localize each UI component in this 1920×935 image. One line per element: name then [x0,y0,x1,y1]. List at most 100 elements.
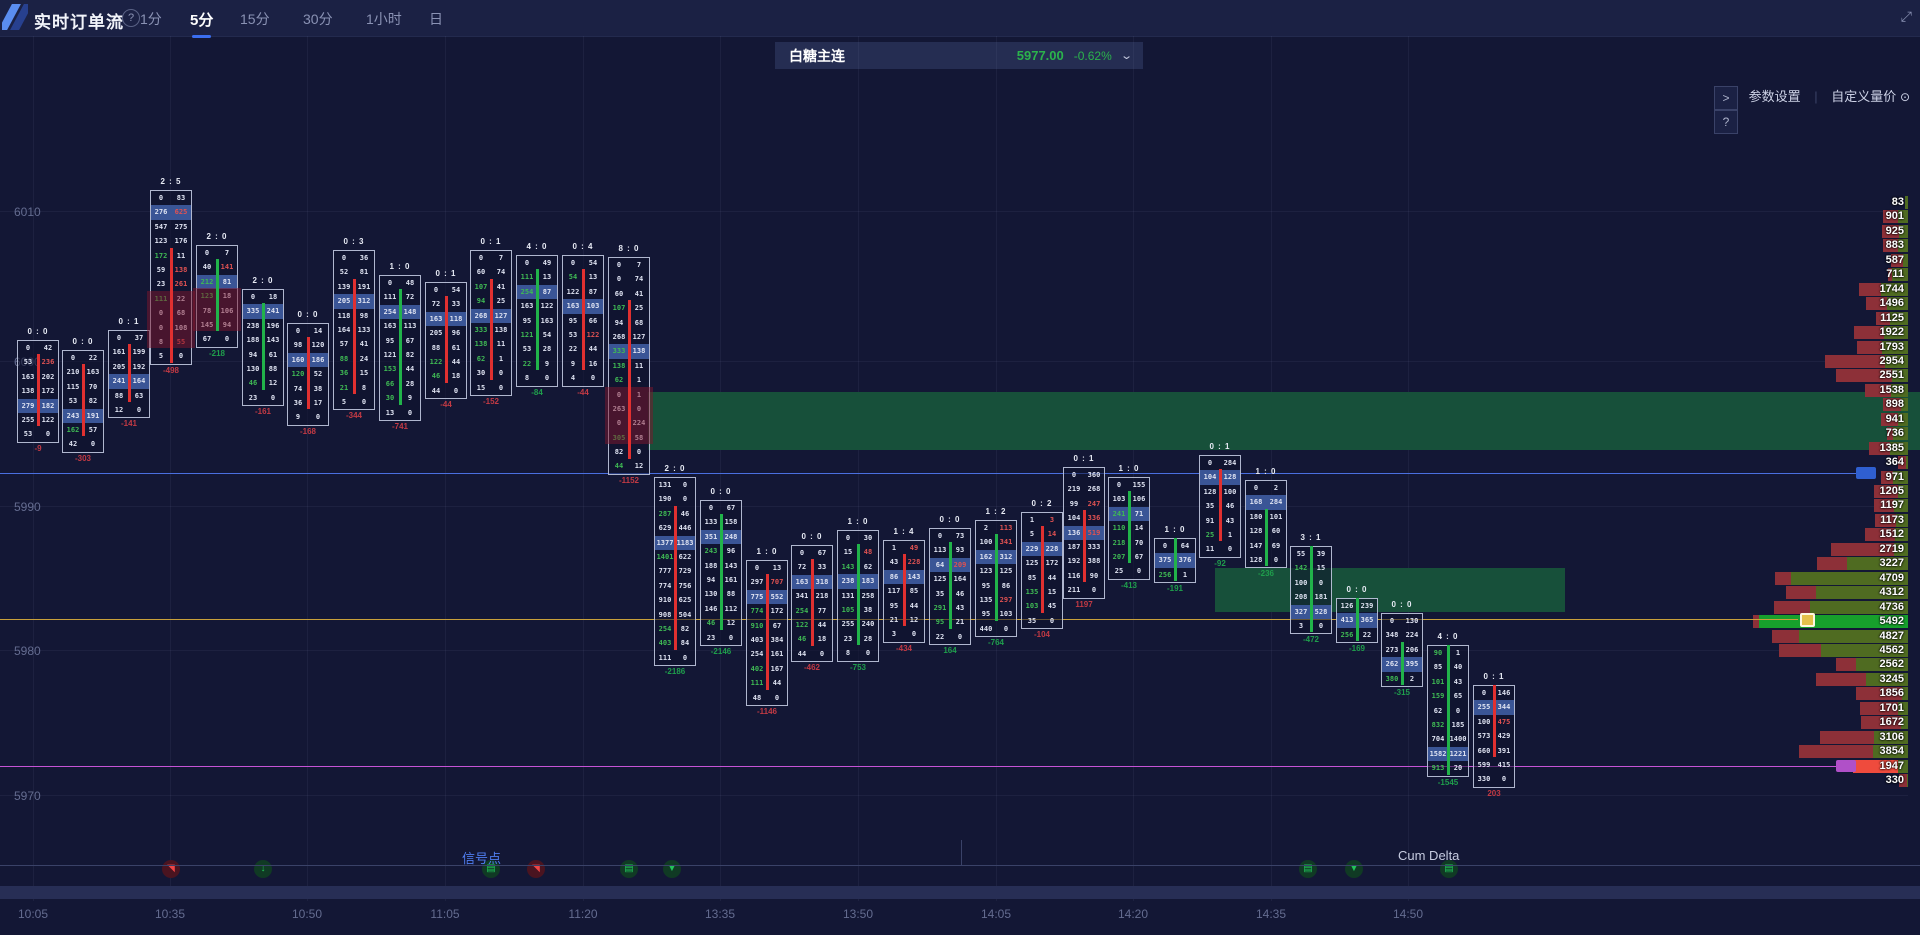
bid-cell: 704 [1428,732,1448,746]
candle[interactable]: 8 : 007074604110725946826812733313813811… [608,257,650,473]
candle[interactable]: 2 : 001833524123819618814394611308846122… [242,289,284,404]
candle[interactable]: 0 : 10547233163118205968861122444618440-… [425,282,467,397]
timeframe-tab-1小时[interactable]: 1小时 [366,9,402,29]
ask-cell: 82 [400,348,420,362]
candle[interactable]: 0 : 002221016311570538224319116257420-30… [62,350,104,451]
timeframe-tab-5分[interactable]: 5分 [190,9,213,30]
signal-green-tri-icon[interactable]: ▼ [663,860,681,878]
bid-cell: 123 [976,564,996,578]
timeframe-tab-15分[interactable]: 15分 [240,9,270,29]
bid-cell: 380 [1382,672,1402,686]
timeframe-tab-30分[interactable]: 30分 [303,9,333,29]
candle[interactable]: 0 : 303652811391912053121189816413357418… [333,250,375,408]
candle[interactable]: 0 : 1028410412812810035469143251110-92 [1199,455,1241,556]
candle[interactable]: 0 : 004253236163202138172279182255122530… [17,340,59,441]
candle[interactable]: 3 : 1553914215100020818132752830-472 [1290,546,1332,632]
signal-red-arrow-icon[interactable]: ◥ [162,860,180,878]
bid-cell: 0 [109,331,129,345]
candle[interactable]: 1 : 00643753762561-191 [1154,538,1196,581]
candle[interactable]: 0 : 21351422922812517285441351510345350-… [1021,512,1063,627]
bid-cell: 142 [1291,561,1311,575]
ask-cell: 0 [721,631,741,645]
imbalance-header: 0 : 0 [17,327,59,336]
ask-cell: 0 [675,492,695,506]
signal-green-stack-icon[interactable]: ▤ [620,860,638,878]
timeframe-tab-1分[interactable]: 1分 [140,9,162,29]
candle[interactable]: 0 : 103602192689924710433613651918733319… [1063,467,1105,597]
ask-cell: 0 [1448,704,1468,718]
candle[interactable]: 1 : 004811172254148163113956712182153446… [379,275,421,419]
bid-cell: 0 [1155,539,1175,553]
bid-cell: 205 [426,326,446,340]
bid-cell: 53 [517,342,537,356]
ask-cell: 0 [1266,553,1286,567]
candle[interactable]: 0 : 405454131228716310395665312222449164… [562,255,604,385]
profile-row: 941 [1881,413,1908,426]
candle[interactable]: 0 : 012623941336525622-169 [1336,598,1378,641]
candle[interactable]: 1 : 0015510310624171110142187020767250-4… [1108,477,1150,578]
delta-footer: -434 [883,644,925,653]
ask-cell: 0 [675,651,695,665]
candle[interactable]: 1 : 003015481436223818313125810538255240… [837,530,879,660]
ask-cell: 182 [38,399,58,413]
candle[interactable]: 0 : 101462553441004755734296603915994153… [1473,685,1515,786]
ask-cell: 707 [767,575,787,589]
candle[interactable]: 0 : 107607410741942526812733313813811621… [470,250,512,394]
bid-cell: 241 [1109,507,1129,521]
expand-icon[interactable]: ⤢ [1901,8,1912,25]
candle[interactable]: 2 : 0074014121281123187810614594670-218 [196,245,238,346]
bid-cell: 35 [1200,499,1220,513]
ask-cell: 1 [491,352,511,366]
candle[interactable]: 0 : 006713315835124824396188143941611308… [700,500,742,644]
signal-green-tri-icon[interactable]: ▼ [1345,860,1363,878]
candle-body-line [216,259,219,331]
bid-cell: 210 [63,365,83,379]
ask-cell: 258 [858,589,878,603]
candle[interactable]: 1 : 221131003411623121231259586135297951… [975,520,1017,635]
bid-cell: 660 [1474,744,1494,758]
ask-cell: 118 [446,312,466,326]
signal-green-stack-icon[interactable]: ▤ [1299,860,1317,878]
help-icon[interactable]: ? [122,9,140,27]
ask-cell: 100 [1220,485,1240,499]
candle[interactable]: 4 : 004911113254871631229516312154532822… [516,255,558,385]
app-logo [2,4,28,30]
bid-cell: 110 [1109,521,1129,535]
ask-cell: 113 [996,521,1016,535]
ask-cell: 0 [400,406,420,420]
delta-footer: -104 [1021,630,1063,639]
ask-cell: 206 [1402,643,1422,657]
ask-cell: 11 [171,249,191,263]
candle[interactable]: 1 : 001329770777555277417291067403384254… [746,560,788,704]
signal-green-down-icon[interactable]: ↓ [254,860,272,878]
candle[interactable]: 0 : 001303482242732062623953802-315 [1381,613,1423,685]
ask-cell: 90 [1084,569,1104,583]
candle[interactable]: 0 : 007311393642091251643546291439521220… [929,528,971,643]
bid-cell: 44 [426,384,446,398]
yellow-level-marker[interactable] [1800,613,1815,627]
ask-cell: 1400 [1448,732,1468,746]
candle[interactable]: 1 : 41494322886143117859544211230-434 [883,540,925,641]
candle[interactable]: 0 : 10371611992051922411648863120-141 [108,330,150,416]
bid-cell: 121 [380,348,400,362]
candle[interactable]: 2 : 013101900287466294461377118314016227… [654,477,696,664]
candle[interactable]: 4 : 090185401014315965620832185704140015… [1427,645,1469,775]
timeframe-tab-日[interactable]: 日 [429,9,443,29]
candle[interactable]: 2 : 508327662554727512317617211591382326… [150,190,192,363]
grid-hline [0,211,1908,212]
footprint-chart[interactable]: 10:0510:3510:5011:0511:2013:3513:5014:05… [0,36,1920,935]
ask-cell: 415 [1494,758,1514,772]
candle-body-line [811,559,814,645]
signal-red-arrow-icon[interactable]: ◥ [527,860,545,878]
candle[interactable]: 0 : 001498120160186120527438361790-168 [287,323,329,424]
scroll-strip[interactable] [0,886,1920,899]
ask-cell: 2 [1266,481,1286,495]
bid-cell: 103 [1109,492,1129,506]
candle[interactable]: 1 : 00216828418010112860147691280-236 [1245,480,1287,566]
imbalance-header: 0 : 0 [791,532,833,541]
grid-hline [0,506,1908,507]
ask-cell: 98 [354,309,374,323]
ask-cell: 0 [1311,576,1331,590]
candle[interactable]: 0 : 006772331633183412182547712244461844… [791,545,833,660]
ask-cell: 86 [996,579,1016,593]
